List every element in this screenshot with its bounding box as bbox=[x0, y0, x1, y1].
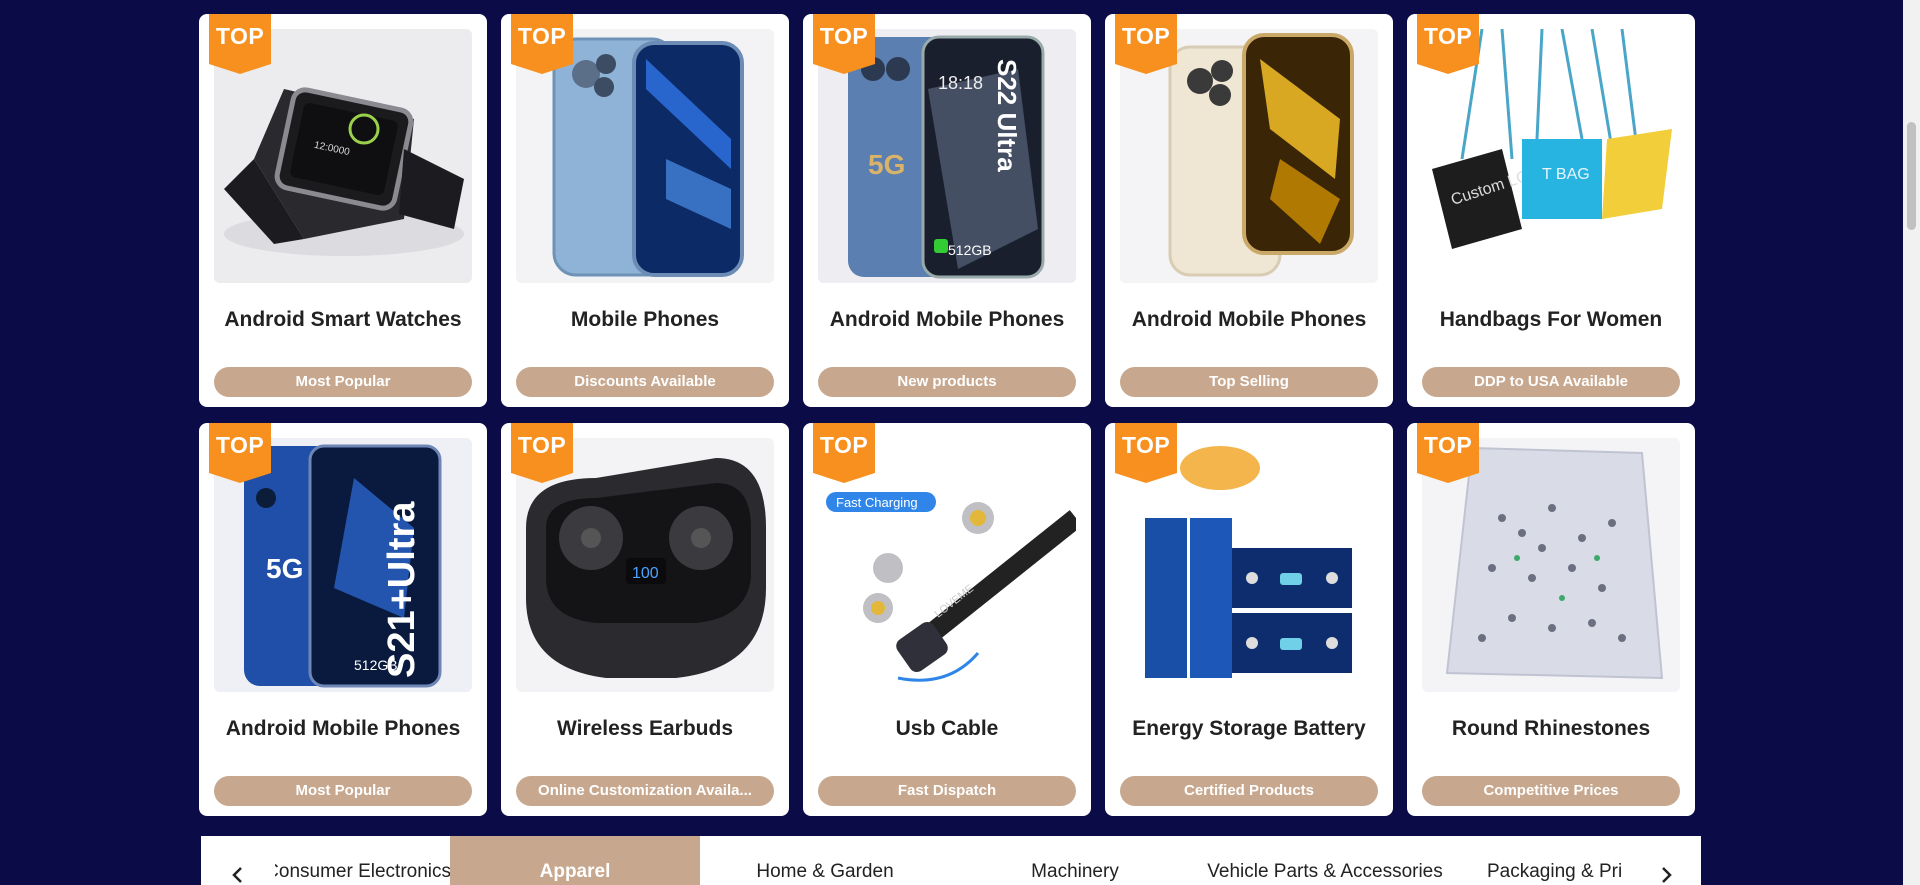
product-card[interactable]: TOP Round Rhinestones Competitive Prices bbox=[1407, 423, 1695, 816]
product-card[interactable]: 12:0000 TOP Android Smart Watches Most P… bbox=[199, 14, 487, 407]
product-title[interactable]: Handbags For Women bbox=[1422, 305, 1680, 335]
chevron-right-icon bbox=[1662, 867, 1672, 883]
product-tag[interactable]: Discounts Available bbox=[516, 367, 774, 397]
product-tag[interactable]: Online Customization Availa... bbox=[516, 776, 774, 806]
product-card[interactable]: TOP Energy Storage Battery Certified Pro… bbox=[1105, 423, 1393, 816]
product-grid: 12:0000 TOP Android Smart Watches Most P… bbox=[199, 14, 1695, 816]
network-label: 5G bbox=[266, 553, 303, 584]
product-title[interactable]: Android Mobile Phones bbox=[818, 305, 1076, 335]
top-badge: TOP bbox=[1115, 423, 1177, 483]
scrollbar[interactable] bbox=[1903, 0, 1920, 885]
product-card[interactable]: TOP Android Mobile Phones Top Selling bbox=[1105, 14, 1393, 407]
product-card[interactable]: 5G 18:18 S22 Ultra 512GB TOP Android Mob… bbox=[803, 14, 1091, 407]
top-badge: TOP bbox=[511, 14, 573, 74]
network-label: 5G bbox=[868, 149, 905, 180]
product-tag[interactable]: Competitive Prices bbox=[1422, 776, 1680, 806]
bag-print: T BAG bbox=[1542, 166, 1590, 183]
top-badge: TOP bbox=[813, 14, 875, 74]
product-card[interactable]: 5G S21+Ultra 512GB TOP Android Mobile Ph… bbox=[199, 423, 487, 816]
top-badge: TOP bbox=[209, 14, 271, 74]
tab-machinery[interactable]: Machinery bbox=[950, 836, 1200, 885]
top-badge: TOP bbox=[1115, 14, 1177, 74]
product-title[interactable]: Android Mobile Phones bbox=[1120, 305, 1378, 335]
phone-clock: 18:18 bbox=[938, 73, 983, 93]
product-title[interactable]: Android Mobile Phones bbox=[214, 714, 472, 744]
phone-model: S22 Ultra bbox=[992, 59, 1022, 172]
product-card[interactable]: Custom LOGO T BAG TOP Handbags For Women… bbox=[1407, 14, 1695, 407]
product-tag[interactable]: Most Popular bbox=[214, 367, 472, 397]
product-title[interactable]: Android Smart Watches bbox=[214, 305, 472, 335]
tab-vehicle-parts[interactable]: Vehicle Parts & Accessories bbox=[1200, 836, 1450, 885]
tab-apparel[interactable]: Apparel bbox=[450, 836, 700, 885]
product-title[interactable]: Energy Storage Battery bbox=[1120, 714, 1378, 744]
product-tag[interactable]: Certified Products bbox=[1120, 776, 1378, 806]
top-badge: TOP bbox=[813, 423, 875, 483]
product-title[interactable]: Wireless Earbuds bbox=[516, 714, 774, 744]
product-card[interactable]: 100 TOP Wireless Earbuds Online Customiz… bbox=[501, 423, 789, 816]
product-tag[interactable]: Fast Dispatch bbox=[818, 776, 1076, 806]
product-tag[interactable]: DDP to USA Available bbox=[1422, 367, 1680, 397]
product-tag[interactable]: Top Selling bbox=[1120, 367, 1378, 397]
storage-label: 512GB bbox=[948, 242, 992, 258]
storage-label: 512GB bbox=[354, 657, 398, 673]
product-title[interactable]: Mobile Phones bbox=[516, 305, 774, 335]
top-badge: TOP bbox=[1417, 14, 1479, 74]
chevron-left-icon bbox=[232, 867, 242, 883]
product-tag[interactable]: Most Popular bbox=[214, 776, 472, 806]
scrollbar-thumb[interactable] bbox=[1907, 122, 1916, 230]
product-card[interactable]: TOP Mobile Phones Discounts Available bbox=[501, 14, 789, 407]
top-badge: TOP bbox=[1417, 423, 1479, 483]
product-tag[interactable]: New products bbox=[818, 367, 1076, 397]
product-card[interactable]: Fast Charging LOVEME TOP Usb Cable Fast … bbox=[803, 423, 1091, 816]
category-tab-bar: Consumer Electronics Apparel Home & Gard… bbox=[201, 836, 1701, 885]
product-title[interactable]: Usb Cable bbox=[818, 714, 1076, 744]
cable-tag: Fast Charging bbox=[836, 495, 918, 510]
tab-home-garden[interactable]: Home & Garden bbox=[700, 836, 950, 885]
top-badge: TOP bbox=[511, 423, 573, 483]
tabs-next-button[interactable] bbox=[1623, 836, 1697, 885]
top-badge: TOP bbox=[209, 423, 271, 483]
product-title[interactable]: Round Rhinestones bbox=[1422, 714, 1680, 744]
phone-model: S21+Ultra bbox=[381, 501, 423, 678]
tabs-prev-button[interactable] bbox=[201, 836, 275, 885]
battery-display: 100 bbox=[632, 565, 659, 582]
